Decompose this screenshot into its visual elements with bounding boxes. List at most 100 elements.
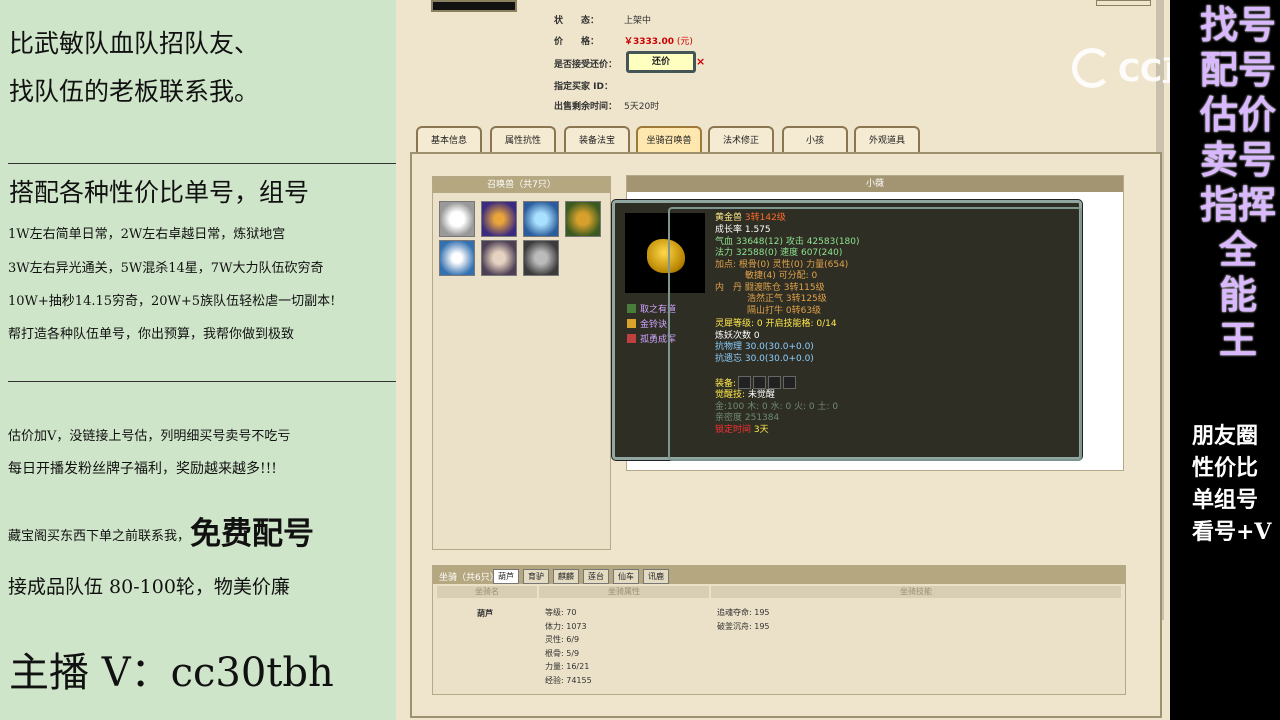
right-ad-panel: 找号 配号 估价 卖号 指挥 全 能 王 朋友圈 性价比 单组号 看号+V (1170, 0, 1280, 720)
pet-inner-core-1: 内 丹 闘渡陈仓 3转115级 (715, 283, 825, 293)
pet-points-2: 敏捷(4) 可分配: 0 (745, 271, 818, 281)
mount-header-title: 坐骑（共6只） (439, 573, 499, 583)
pet-inner-core-3: 隔山打牛 0转63级 (747, 306, 822, 316)
pet-slot-7[interactable] (523, 240, 559, 276)
pet-slot-4[interactable] (565, 201, 601, 237)
mount-tab-3[interactable]: 麒麟 (553, 569, 579, 584)
mount-tab-6[interactable]: 讯鹿 (643, 569, 669, 584)
skill-icon (627, 319, 636, 328)
ad-line-build: 帮打造各种队伍单号，你出预算，我帮你做到极致 (8, 327, 295, 342)
top-right-box (1096, 0, 1151, 6)
mount-name: 葫芦 (477, 609, 493, 618)
service-king: 王 (1218, 317, 1257, 362)
price-label: 价 格： (554, 37, 600, 47)
ad-line-combo: 搭配各种性价比单号，组号 (9, 178, 310, 207)
pet-tooltip: 黄金兽 3转142级 成长率 1.575 气血 33648(12) 攻击 425… (612, 200, 1082, 460)
pet-slot-6[interactable] (481, 240, 517, 276)
mount-stat: 等级: 70 (545, 608, 577, 617)
tab-equipment[interactable]: 装备法宝 (564, 126, 630, 154)
mount-tab-4[interactable]: 莲台 (583, 569, 609, 584)
right-note: 单组号 (1192, 487, 1259, 513)
skill-row-2[interactable]: 金铃诀 (627, 317, 667, 330)
right-note: 性价比 (1192, 455, 1259, 481)
equip-slot-4[interactable] (783, 376, 797, 389)
left-ad-panel: 比武敏队血队招队友、 找队伍的老板联系我。 搭配各种性价比单号，组号 1W左右简… (0, 0, 396, 720)
mount-stat: 体力: 1073 (545, 621, 587, 631)
tab-mounts-pets[interactable]: 坐骑召唤兽 (636, 126, 702, 154)
ad-line-appraise: 估价加V，没链接上号估，列明细买号卖号不吃亏 (8, 429, 291, 444)
pet-hp-attack: 气血 33648(12) 攻击 42583(180) (715, 237, 860, 247)
mount-stat: 经验: 74155 (545, 675, 592, 685)
remain-row: 出售剩余时间： 5天20时 (554, 99, 659, 112)
service-find: 找号 (1199, 2, 1276, 47)
right-notes: 朋友圈 性价比 单组号 看号+V (1192, 420, 1280, 548)
skill-icon (627, 304, 636, 313)
streamer-contact: 主播 V：cc30tbh (9, 650, 334, 696)
pet-inner-core-2: 浩然正气 3转125级 (747, 294, 827, 304)
tab-children[interactable]: 小孩 (782, 126, 848, 154)
ad-line-daily: 每日开播发粉丝牌子福利，奖励越来越多!!! (8, 461, 277, 477)
mount-col-name: 坐骑名 (437, 586, 537, 598)
ad-line-cbg: 藏宝阁买东西下单之前联系我，免费配号 (8, 508, 314, 553)
pet-resist-forget: 抗遗忘 30.0(30.0+0.0) (715, 354, 814, 364)
equip-slot-1[interactable] (738, 376, 752, 389)
pet-spirit: 灵犀等级: 0 开启技能格: 0/14 (715, 319, 837, 329)
mount-skill: 追魂夺命: 195 (717, 608, 770, 617)
service-command: 指挥 (1199, 182, 1276, 227)
mount-stats: 等级: 70 体力: 1073 灵性: 6/9 根骨: 5/9 力量: 16/2… (545, 606, 592, 687)
pet-slot-2[interactable] (481, 201, 517, 237)
service-sell: 卖号 (1199, 137, 1276, 182)
tab-attributes[interactable]: 属性抗性 (490, 126, 556, 154)
skill-icon (627, 334, 636, 343)
price-row: 价 格： ￥3333.00 (元) (554, 34, 693, 47)
haggle-button[interactable]: 还价 (626, 51, 696, 73)
selected-item-thumbnail (431, 0, 517, 12)
price-unit: (元) (676, 37, 693, 47)
ad-line-3w: 3W左右异光通关，5W混杀14星，7W大力队伍砍穷奇 (8, 261, 324, 276)
ad-line-contact: 找队伍的老板联系我。 (9, 77, 260, 106)
equip-label: 装备: (715, 379, 737, 389)
awaken-value: 未觉醒 (747, 390, 775, 400)
skill-name: 孤勇成军 (640, 335, 677, 345)
ad-line-cbg-text: 藏宝阁买东西下单之前联系我， (8, 529, 191, 544)
buyer-row: 指定买家 ID： (554, 79, 624, 92)
mount-skill: 破釜沉舟: 195 (717, 621, 770, 631)
remain-label: 出售剩余时间： (554, 102, 618, 112)
service-all: 全 (1218, 227, 1257, 272)
remain-value: 5天20时 (624, 102, 660, 112)
haggle-label: 是否接受还价： (554, 60, 618, 70)
status-value: 上架中 (624, 16, 652, 26)
tab-basic-info[interactable]: 基本信息 (416, 126, 482, 154)
cc-logo-icon (1072, 48, 1112, 88)
pet-intimacy: 亲密度 251384 (715, 413, 780, 423)
status-row: 状 态： 上架中 (554, 13, 651, 26)
skill-row-1[interactable]: 取之有道 (627, 302, 676, 315)
tab-spell-mods[interactable]: 法术修正 (708, 126, 774, 154)
pet-level: 3转142级 (744, 213, 786, 223)
mount-tab-2[interactable]: 育驴 (523, 569, 549, 584)
equip-slot-2[interactable] (753, 376, 767, 389)
equip-slot-3[interactable] (768, 376, 782, 389)
divider (8, 381, 396, 382)
pet-slot-5[interactable] (439, 240, 475, 276)
pet-name: 黄金兽 (715, 213, 743, 223)
mount-tab-1[interactable]: 葫芦 (493, 569, 519, 584)
pet-points: 加点: 根骨(0) 灵性(0) 力量(654) (715, 260, 849, 270)
mount-stat: 根骨: 5/9 (545, 648, 580, 658)
pet-lock: 锁定时间 3天 (715, 425, 769, 437)
pet-refine: 炼妖次数 0 (715, 331, 760, 341)
right-note: 朋友圈 (1192, 423, 1259, 449)
mount-tab-5[interactable]: 仙车 (613, 569, 639, 584)
pet-equipment: 装备: (715, 376, 797, 391)
close-icon[interactable]: × (696, 55, 705, 68)
pet-elements: 金:100 木: 0 水: 0 火: 0 土: 0 (715, 402, 839, 412)
skill-row-3[interactable]: 孤勇成军 (627, 332, 676, 345)
pet-list-panel: 召唤兽（共7只） (432, 176, 611, 550)
mount-panel: 坐骑（共6只） 葫芦 育驴 麒麟 莲台 仙车 讯鹿 坐骑名 坐骑属性 坐骑技能 … (432, 565, 1126, 695)
mount-stat: 灵性: 6/9 (545, 635, 580, 644)
price-value: ￥3333.00 (624, 37, 674, 47)
pet-slot-1[interactable] (439, 201, 475, 237)
ad-free-match: 免费配号 (190, 516, 315, 552)
tab-appearance[interactable]: 外观道具 (854, 126, 920, 154)
pet-slot-3[interactable] (523, 201, 559, 237)
